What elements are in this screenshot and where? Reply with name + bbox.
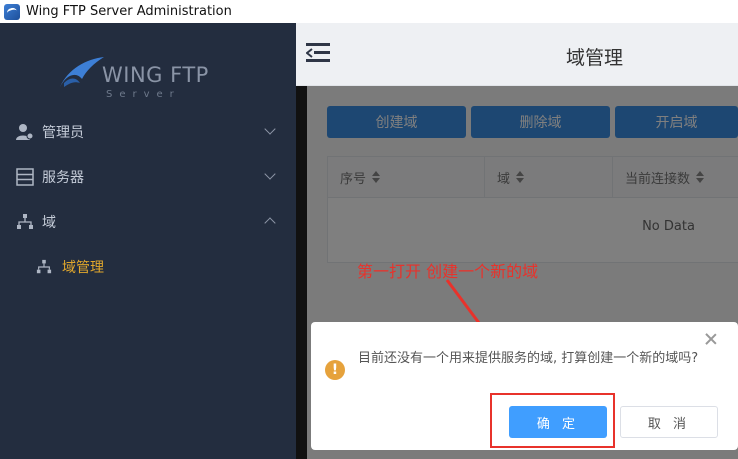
confirm-dialog: ! 目前还没有一个用来提供服务的域, 打算创建一个新的域吗? 确 定 取 消 bbox=[311, 322, 738, 450]
cancel-button[interactable]: 取 消 bbox=[620, 406, 718, 438]
admin-user-icon bbox=[16, 123, 34, 141]
logo-subtext: Server bbox=[106, 89, 181, 100]
chevron-up-icon bbox=[264, 217, 276, 229]
domain-tree-icon bbox=[16, 213, 34, 231]
page-header: 域管理 bbox=[296, 23, 738, 86]
sidebar-subitem-domain-management[interactable]: 域管理 bbox=[0, 245, 296, 289]
sidebar: WING FTP Server 管理员 服务器 域 域管理 bbox=[0, 23, 296, 459]
wing-ftp-app-icon bbox=[4, 3, 20, 20]
warning-icon: ! bbox=[325, 360, 345, 380]
close-icon[interactable] bbox=[704, 332, 718, 346]
logo-text: WING FTP bbox=[102, 63, 209, 87]
chevron-down-icon bbox=[264, 168, 276, 180]
sidebar-item-servers[interactable]: 服务器 bbox=[0, 155, 296, 199]
sidebar-item-admins[interactable]: 管理员 bbox=[0, 110, 296, 154]
confirm-button[interactable]: 确 定 bbox=[509, 406, 607, 438]
page-title: 域管理 bbox=[566, 47, 624, 69]
wing-ftp-logo: WING FTP Server bbox=[46, 43, 236, 113]
domain-tree-icon bbox=[36, 259, 52, 275]
server-icon bbox=[16, 168, 34, 186]
dialog-message: 目前还没有一个用来提供服务的域, 打算创建一个新的域吗? bbox=[358, 351, 699, 366]
annotation-text: 第一打开 创建一个新的域 bbox=[357, 262, 539, 281]
chevron-down-icon bbox=[264, 123, 276, 135]
sidebar-subitem-label: 域管理 bbox=[62, 260, 104, 276]
sidebar-item-label: 管理员 bbox=[42, 125, 84, 141]
sidebar-item-domain[interactable]: 域 bbox=[0, 200, 296, 244]
wing-logo-icon bbox=[60, 57, 104, 87]
window-titlebar: Wing FTP Server Administration bbox=[0, 0, 738, 23]
sidebar-item-label: 域 bbox=[42, 215, 56, 231]
window-title: Wing FTP Server Administration bbox=[26, 4, 232, 19]
collapse-menu-icon[interactable] bbox=[306, 41, 332, 65]
sidebar-item-label: 服务器 bbox=[42, 170, 84, 186]
